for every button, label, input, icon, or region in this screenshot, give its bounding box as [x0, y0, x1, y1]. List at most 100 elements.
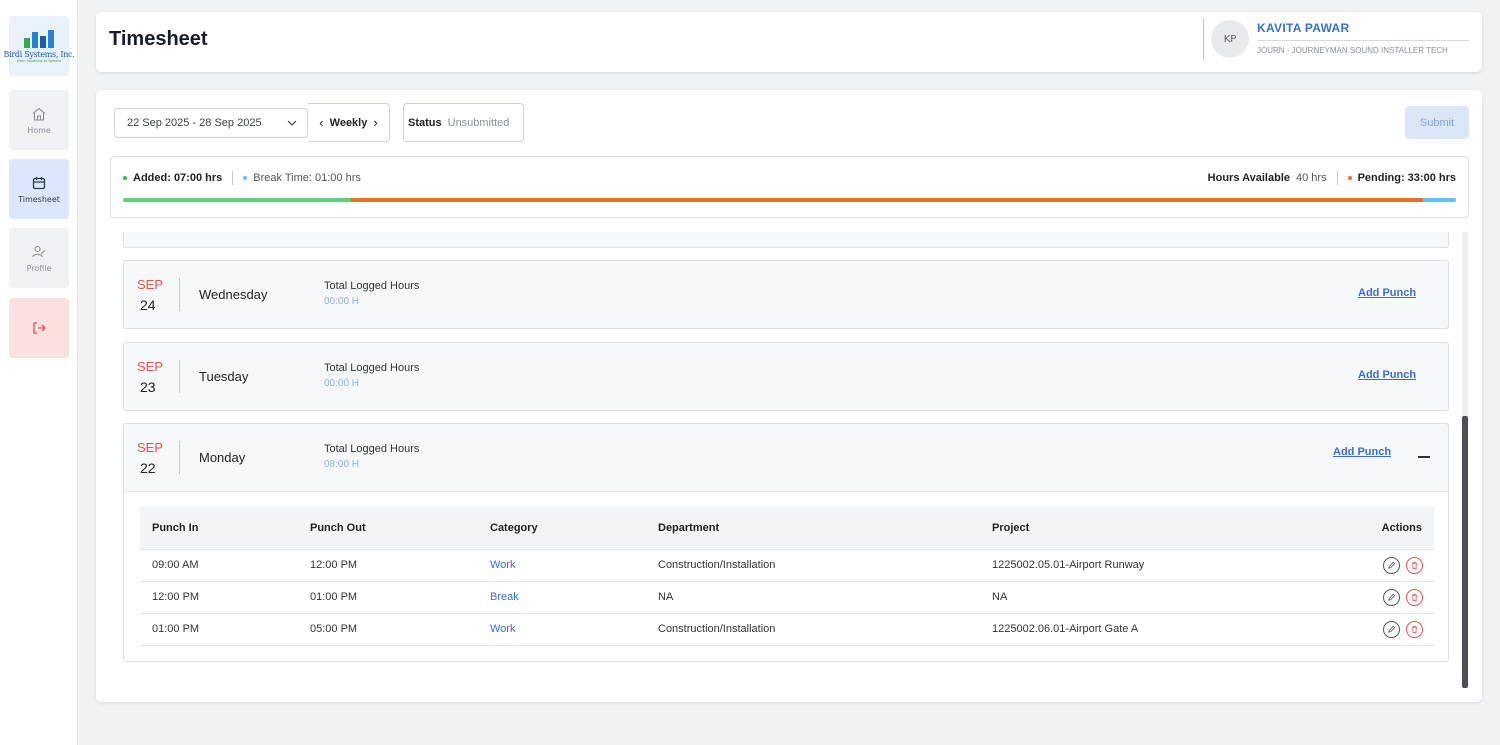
- cell-category: Break: [478, 581, 646, 614]
- edit-icon[interactable]: [1383, 588, 1400, 606]
- company-logo[interactable]: Birdi Systems, Inc. From Solutions to Se…: [4, 16, 75, 76]
- day-card-expanded: SEP 22 Monday Total Logged Hours 08:00 H…: [123, 423, 1449, 662]
- cell-department: Construction/Installation: [646, 613, 980, 646]
- summary-divider: [232, 171, 234, 185]
- break-time: Break Time: 01:00 hrs: [253, 172, 361, 184]
- user-role: JOURN - JOURNEYMAN SOUND INSTALLER TECH: [1257, 46, 1448, 55]
- day-card-previous: [123, 232, 1449, 248]
- logout-icon: [33, 322, 46, 334]
- day-list-scrollbar[interactable]: [1462, 232, 1468, 688]
- punch-table-wrapper: Punch In Punch Out Category Department P…: [124, 491, 1448, 661]
- nav-timesheet-label: Timesheet: [18, 194, 60, 204]
- col-punch-in: Punch In: [140, 507, 298, 550]
- cell-category: Work: [478, 613, 646, 646]
- day-divider: [179, 360, 180, 393]
- day-number: 22: [140, 460, 156, 476]
- cell-category: Work: [478, 549, 646, 582]
- day-month: SEP: [137, 440, 164, 455]
- user-name[interactable]: KAVITA PAWAR: [1257, 21, 1350, 35]
- logo-tagline: From Solutions to Service: [16, 58, 62, 63]
- table-row: 12:00 PM 01:00 PM Break NA NA: [140, 581, 1434, 614]
- logged-hours-label: Total Logged Hours: [324, 443, 420, 455]
- punch-table: Punch In Punch Out Category Department P…: [140, 507, 1434, 646]
- progress-break: [1423, 198, 1456, 202]
- home-icon: [32, 107, 46, 121]
- nav-home[interactable]: Home: [9, 90, 69, 150]
- day-weekday: Tuesday: [199, 369, 249, 384]
- day-card: SEP 24 Wednesday Total Logged Hours 00:0…: [123, 260, 1449, 329]
- added-hours: Added: 07:00 hrs: [133, 172, 223, 184]
- sidebar: Birdi Systems, Inc. From Solutions to Se…: [0, 0, 78, 745]
- cell-project: NA: [980, 581, 1280, 614]
- day-divider: [179, 441, 180, 474]
- header-divider: [1203, 18, 1204, 60]
- cell-department: Construction/Installation: [646, 549, 980, 582]
- day-month: SEP: [137, 277, 164, 292]
- table-header-row: Punch In Punch Out Category Department P…: [140, 507, 1434, 550]
- logged-hours-label: Total Logged Hours: [324, 280, 420, 292]
- cell-actions: [1280, 581, 1434, 614]
- calendar-icon: [32, 176, 46, 189]
- table-row: 01:00 PM 05:00 PM Work Construction/Inst…: [140, 613, 1434, 646]
- avatar[interactable]: KP: [1211, 20, 1249, 58]
- submit-button[interactable]: Submit: [1405, 106, 1469, 139]
- logged-hours-value: 00:00 H: [324, 378, 360, 389]
- col-actions: Actions: [1280, 507, 1434, 550]
- pending-dot-icon: [1347, 176, 1352, 180]
- edit-icon[interactable]: [1383, 556, 1400, 574]
- cell-punch-out: 05:00 PM: [298, 613, 478, 646]
- collapse-icon[interactable]: [1418, 456, 1430, 458]
- page-header: Timesheet KP KAVITA PAWAR JOURN - JOURNE…: [96, 12, 1482, 72]
- break-dot-icon: [243, 176, 248, 180]
- period-switcher: ‹ Weekly ›: [308, 103, 390, 142]
- cell-actions: [1280, 613, 1434, 646]
- delete-icon[interactable]: [1406, 556, 1423, 574]
- nav-profile[interactable]: Profile: [9, 228, 69, 288]
- progress-pending: [350, 198, 1424, 202]
- cell-punch-in: 12:00 PM: [140, 581, 298, 614]
- cell-punch-out: 01:00 PM: [298, 581, 478, 614]
- logged-hours-value: 00:00 H: [324, 296, 360, 307]
- nav-profile-label: Profile: [26, 263, 52, 273]
- hours-progress-bar: [123, 198, 1456, 202]
- pending-hours: Pending: 33:00 hrs: [1357, 172, 1456, 184]
- hours-available-value: 40 hrs: [1296, 172, 1327, 184]
- logo-mark-icon: [24, 29, 54, 48]
- status-label: Status: [408, 116, 442, 129]
- logo-text: Birdi Systems, Inc.: [3, 49, 75, 59]
- progress-added: [123, 198, 351, 202]
- status-value: Unsubmitted: [447, 116, 510, 129]
- chevron-left-icon[interactable]: ‹: [319, 115, 323, 130]
- day-weekday: Wednesday: [199, 287, 268, 302]
- status-badge: Status Unsubmitted: [403, 103, 524, 142]
- nav-timesheet[interactable]: Timesheet: [9, 159, 69, 219]
- hours-available-label: Hours Available: [1207, 172, 1290, 184]
- cell-punch-out: 12:00 PM: [298, 549, 478, 582]
- table-row: 09:00 AM 12:00 PM Work Construction/Inst…: [140, 549, 1434, 582]
- chevron-right-icon[interactable]: ›: [373, 115, 377, 130]
- add-punch-link[interactable]: Add Punch: [1358, 369, 1416, 381]
- day-list[interactable]: SEP 24 Wednesday Total Logged Hours 00:0…: [110, 232, 1462, 688]
- period-label[interactable]: Weekly: [330, 117, 368, 129]
- summary-divider: [1336, 171, 1338, 185]
- scrollbar-thumb[interactable]: [1462, 416, 1468, 688]
- cell-department: NA: [646, 581, 980, 614]
- delete-icon[interactable]: [1406, 620, 1423, 638]
- col-project: Project: [980, 507, 1280, 550]
- add-punch-link[interactable]: Add Punch: [1358, 287, 1416, 299]
- nav-home-label: Home: [27, 125, 51, 135]
- col-department: Department: [646, 507, 980, 550]
- date-range-select[interactable]: 22 Sep 2025 - 28 Sep 2025: [114, 108, 308, 138]
- add-punch-link[interactable]: Add Punch: [1333, 446, 1391, 458]
- logout-button[interactable]: [9, 298, 69, 358]
- cell-punch-in: 09:00 AM: [140, 549, 298, 582]
- chevron-down-icon: [287, 120, 297, 126]
- day-number: 24: [140, 297, 156, 313]
- col-category: Category: [478, 507, 646, 550]
- day-number: 23: [140, 379, 156, 395]
- page-title: Timesheet: [109, 28, 208, 50]
- cell-project: 1225002.05.01-Airport Runway: [980, 549, 1280, 582]
- edit-icon[interactable]: [1383, 620, 1400, 638]
- logged-hours-label: Total Logged Hours: [324, 362, 420, 374]
- delete-icon[interactable]: [1406, 588, 1423, 606]
